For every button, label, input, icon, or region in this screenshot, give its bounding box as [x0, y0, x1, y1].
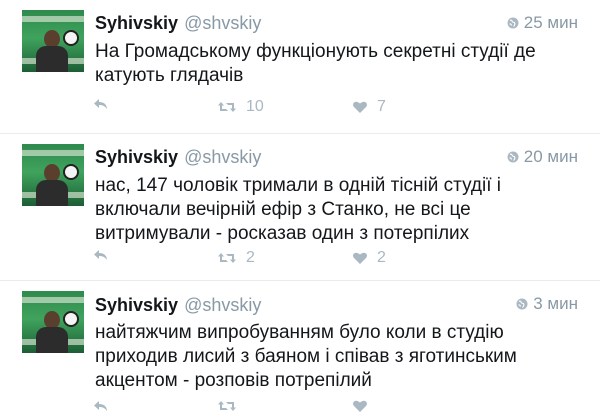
heart-icon — [353, 101, 367, 113]
tweet[interactable]: Syhivskiy @shvskiy 3 мин найтяжчим випроб… — [0, 280, 600, 412]
heart-icon — [353, 400, 367, 412]
tweet-actions: 2 2 — [93, 248, 493, 268]
retweet-icon — [218, 253, 236, 263]
reply-icon — [94, 99, 107, 109]
retweet-count: 2 — [246, 249, 255, 266]
reply-button[interactable] — [93, 97, 109, 111]
like-count: 2 — [377, 249, 386, 266]
display-name[interactable]: Syhivskiy — [95, 295, 178, 315]
timestamp[interactable]: 25 мин — [507, 12, 578, 34]
retweet-icon — [218, 102, 236, 112]
retweet-icon — [218, 401, 236, 411]
heart-icon — [353, 252, 367, 264]
avatar[interactable] — [22, 144, 84, 206]
timestamp-text: 3 мин — [533, 294, 578, 313]
tweet-actions: 10 7 — [93, 97, 493, 117]
retweet-count: 10 — [246, 98, 264, 115]
retweet-button[interactable]: 10 — [217, 97, 264, 117]
tweet-text: На Громадському функціонують секретні ст… — [95, 41, 536, 86]
avatar[interactable] — [22, 291, 84, 353]
reply-button[interactable] — [93, 248, 109, 262]
retweet-button[interactable]: 2 — [217, 248, 255, 268]
globe-icon — [516, 298, 528, 310]
tweet-header: Syhivskiy @shvskiy — [95, 12, 575, 34]
user-handle[interactable]: @shvskiy — [184, 13, 261, 33]
reply-button[interactable] — [93, 399, 109, 413]
avatar[interactable] — [22, 10, 84, 72]
retweet-button[interactable] — [217, 399, 246, 413]
tweet-actions — [93, 399, 493, 419]
user-handle[interactable]: @shvskiy — [184, 147, 261, 167]
timestamp[interactable]: 20 мин — [507, 146, 578, 168]
display-name[interactable]: Syhivskiy — [95, 147, 178, 167]
user-handle[interactable]: @shvskiy — [184, 295, 261, 315]
reply-icon — [94, 401, 107, 411]
tweet-text: нас, 147 чоловік тримали в одній тісній … — [95, 175, 502, 244]
reply-icon — [94, 250, 107, 260]
like-button[interactable] — [352, 399, 377, 413]
timestamp-text: 25 мин — [523, 13, 578, 32]
tweet[interactable]: Syhivskiy @shvskiy 25 мин На Громадському… — [0, 0, 600, 130]
globe-icon — [507, 17, 519, 29]
tweet-header: Syhivskiy @shvskiy — [95, 294, 575, 316]
timestamp[interactable]: 3 мин — [516, 293, 578, 315]
tweet-header: Syhivskiy @shvskiy — [95, 146, 575, 168]
tweet[interactable]: Syhivskiy @shvskiy 20 мин нас, 147 чолові… — [0, 133, 600, 266]
tweet-text: найтяжчим випробуванням було коли в студ… — [95, 322, 517, 391]
like-button[interactable]: 2 — [352, 248, 386, 268]
like-button[interactable]: 7 — [352, 97, 386, 117]
like-count: 7 — [377, 98, 386, 115]
timestamp-text: 20 мин — [523, 147, 578, 166]
globe-icon — [507, 151, 519, 163]
display-name[interactable]: Syhivskiy — [95, 13, 178, 33]
